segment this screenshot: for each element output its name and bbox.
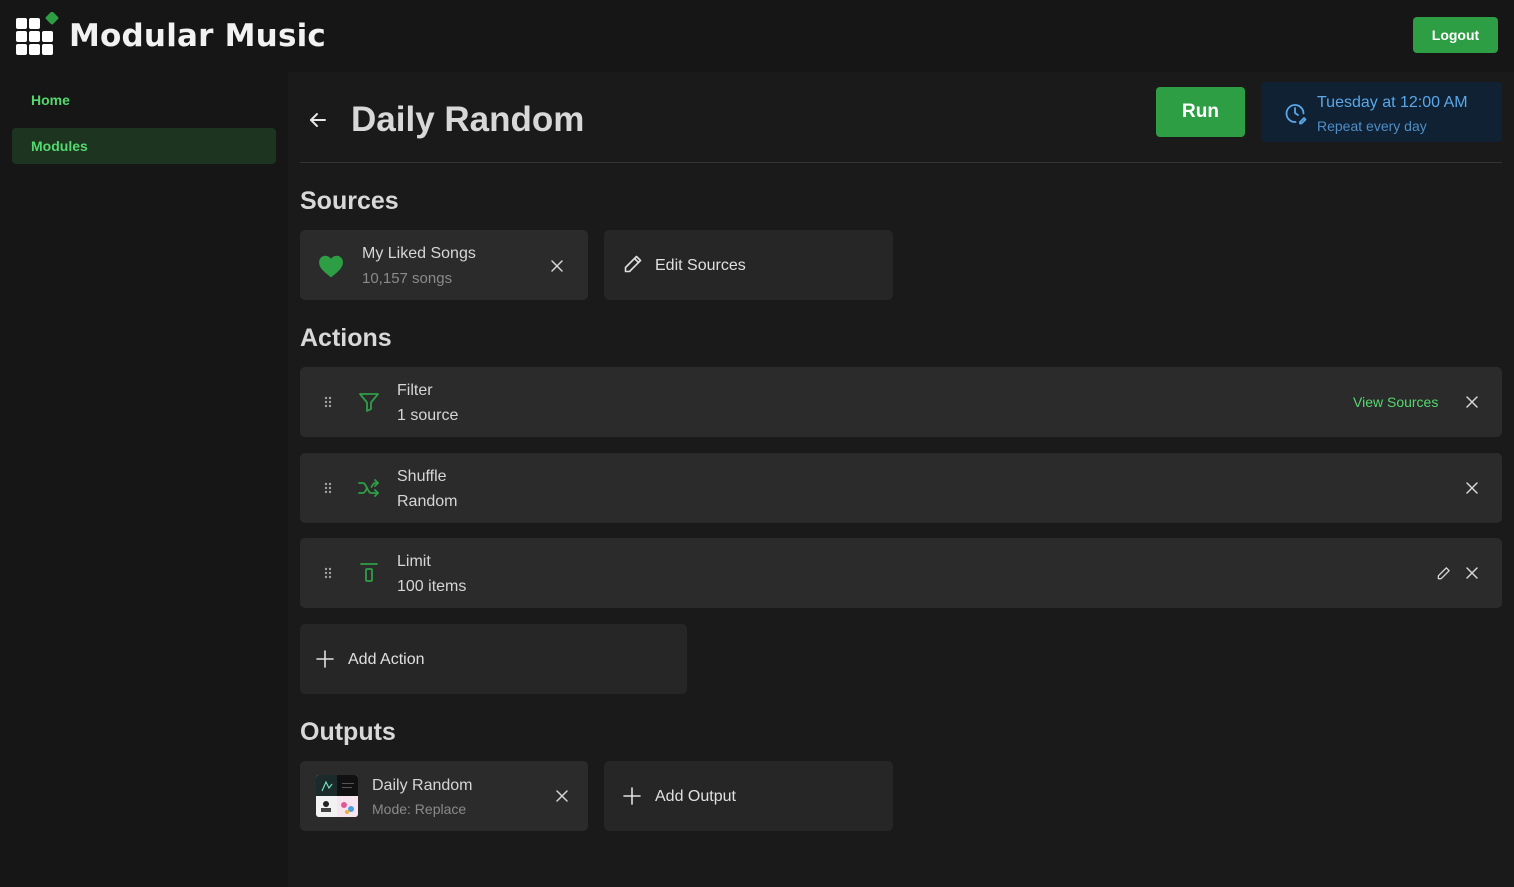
remove-action-close-icon[interactable] [1464, 480, 1480, 496]
logout-button[interactable]: Logout [1413, 17, 1498, 53]
clock-edit-icon [1285, 104, 1307, 125]
action-name: Shuffle [397, 468, 447, 485]
sidebar: Home Modules [0, 72, 288, 887]
sidebar-item-home[interactable]: Home [12, 82, 276, 118]
shuffle-icon [358, 479, 379, 497]
action-name: Filter [397, 382, 433, 399]
add-output-label: Add Output [655, 788, 736, 805]
app-logo-icon [16, 12, 59, 55]
remove-action-close-icon[interactable] [1464, 394, 1480, 410]
drag-handle-icon[interactable] [322, 480, 334, 496]
sidebar-item-modules[interactable]: Modules [12, 128, 276, 164]
source-card: My Liked Songs 10,157 songs [300, 230, 588, 300]
remove-action-close-icon[interactable] [1464, 565, 1480, 581]
plus-icon [316, 650, 334, 668]
source-name: My Liked Songs [362, 245, 476, 262]
action-row-filter: Filter 1 source View Sources [300, 367, 1502, 437]
schedule-time: Tuesday at 12:00 AM [1317, 94, 1468, 111]
edit-sources-label: Edit Sources [655, 257, 746, 274]
output-card: Daily Random Mode: Replace [300, 761, 588, 831]
page-title: Daily Random [351, 100, 585, 139]
schedule-button[interactable]: Tuesday at 12:00 AM Repeat every day [1261, 82, 1502, 142]
app-title: Modular Music [69, 18, 327, 54]
source-detail: 10,157 songs [362, 270, 453, 287]
run-button[interactable]: Run [1156, 87, 1245, 137]
plus-icon [623, 787, 641, 805]
edit-action-pencil-icon[interactable] [1436, 566, 1451, 581]
add-action-button[interactable]: Add Action [300, 624, 687, 694]
filter-icon [359, 393, 379, 412]
action-row-limit: Limit 100 items [300, 538, 1502, 608]
remove-output-close-icon[interactable] [554, 788, 570, 804]
top-bar: Modular Music Logout [0, 0, 1514, 72]
remove-source-close-icon[interactable] [549, 258, 565, 274]
outputs-heading: Outputs [300, 718, 396, 746]
action-name: Limit [397, 553, 431, 570]
action-detail: Random [397, 493, 458, 510]
view-sources-link[interactable]: View Sources [1353, 394, 1438, 410]
schedule-repeat: Repeat every day [1317, 118, 1427, 134]
back-arrow-icon[interactable] [306, 108, 330, 132]
drag-handle-icon[interactable] [322, 394, 334, 410]
sources-heading: Sources [300, 187, 399, 215]
action-detail: 100 items [397, 578, 467, 595]
action-row-shuffle: Shuffle Random [300, 453, 1502, 523]
playlist-cover-image [316, 775, 358, 817]
actions-heading: Actions [300, 324, 392, 352]
drag-handle-icon[interactable] [322, 565, 334, 581]
header-divider [300, 162, 1502, 163]
output-name: Daily Random [372, 777, 473, 794]
pencil-icon [624, 255, 642, 273]
edit-sources-button[interactable]: Edit Sources [604, 230, 893, 300]
limit-icon [360, 563, 378, 582]
heart-icon [319, 255, 343, 278]
output-mode: Mode: Replace [372, 801, 467, 817]
add-output-button[interactable]: Add Output [604, 761, 893, 831]
add-action-label: Add Action [348, 651, 425, 668]
action-detail: 1 source [397, 407, 459, 424]
